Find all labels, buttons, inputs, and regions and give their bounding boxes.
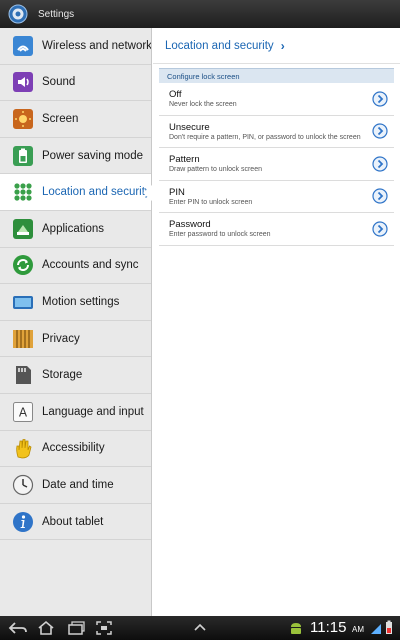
recent-apps-icon[interactable] <box>66 620 86 636</box>
option-password[interactable]: Password Enter password to unlock screen <box>159 213 394 246</box>
option-title: Pattern <box>169 154 200 165</box>
applications-icon <box>13 218 33 239</box>
sidebar-item-storage[interactable]: Storage <box>0 357 151 394</box>
sidebar-item-label: Accessibility <box>42 442 105 455</box>
arrow-circle-icon <box>372 91 388 107</box>
sidebar-item-label: About tablet <box>42 515 104 528</box>
battery-status-icon <box>386 620 392 634</box>
svg-text:A: A <box>19 405 28 419</box>
option-off[interactable]: Off Never lock the screen <box>159 83 394 116</box>
sidebar-item-privacy[interactable]: Privacy <box>0 321 151 358</box>
sidebar-item-label: Motion settings <box>42 295 120 308</box>
detail-panel: Location and security › Configure lock s… <box>153 28 400 616</box>
arrow-circle-icon <box>372 188 388 204</box>
language-icon: A <box>13 401 33 422</box>
sidebar-item-accessibility[interactable]: Accessibility <box>0 431 151 468</box>
sidebar-item-language-input[interactable]: A Language and input <box>0 394 151 431</box>
battery-icon <box>13 145 33 166</box>
option-subtitle: Enter PIN to unlock screen <box>169 198 253 206</box>
accessibility-icon <box>16 439 32 459</box>
clock-time: 11:15 <box>310 619 347 636</box>
privacy-icon <box>13 329 33 348</box>
sidebar-item-label: Power saving mode <box>42 149 143 162</box>
lock-screen-options: Off Never lock the screen Unsecure Don't… <box>159 83 394 246</box>
back-icon[interactable] <box>8 620 28 636</box>
storage-icon <box>16 366 31 385</box>
option-title: Password <box>169 219 211 230</box>
android-notification-icon <box>291 623 301 634</box>
settings-gear-icon <box>8 4 28 24</box>
option-subtitle: Draw pattern to unlock screen <box>169 166 262 173</box>
screen-icon <box>13 108 33 129</box>
breadcrumb-label: Location and security <box>165 39 274 52</box>
sidebar-item-label: Accounts and sync <box>42 259 139 272</box>
sidebar-item-date-time[interactable]: Date and time <box>0 467 151 504</box>
sync-icon <box>13 255 33 276</box>
title-bar: Settings <box>0 0 400 28</box>
arrow-circle-icon <box>372 221 388 237</box>
sidebar-item-power-saving[interactable]: Power saving mode <box>0 138 151 175</box>
motion-icon <box>13 295 33 309</box>
option-title: Unsecure <box>169 121 210 133</box>
chevron-up-icon[interactable] <box>190 620 210 636</box>
location-icon <box>14 183 32 201</box>
breadcrumb[interactable]: Location and security › <box>153 28 400 64</box>
sidebar-item-label: Applications <box>42 222 105 235</box>
info-icon <box>13 511 33 532</box>
sidebar-item-screen[interactable]: Screen <box>0 101 151 138</box>
app-title: Settings <box>38 8 75 20</box>
section-header: Configure lock screen <box>159 68 394 83</box>
sidebar-item-label: Storage <box>42 369 83 382</box>
sound-icon <box>13 72 33 93</box>
active-item-pointer <box>143 185 152 201</box>
option-pin[interactable]: PIN Enter PIN to unlock screen <box>159 181 394 213</box>
clock-icon <box>12 474 34 496</box>
option-unsecure[interactable]: Unsecure Don't require a pattern, PIN, o… <box>159 116 394 148</box>
arrow-circle-icon <box>372 156 388 172</box>
sidebar-item-accounts-sync[interactable]: Accounts and sync <box>0 248 151 285</box>
option-pattern[interactable]: Pattern Draw pattern to unlock screen <box>159 148 394 181</box>
home-icon[interactable] <box>36 620 56 636</box>
sidebar-item-label: Screen <box>42 112 79 125</box>
sidebar-item-location-security[interactable]: Location and security <box>0 174 151 211</box>
screenshot-icon[interactable] <box>94 620 114 636</box>
option-subtitle: Never lock the screen <box>169 101 237 108</box>
sidebar-item-label: Location and security <box>42 186 151 199</box>
sidebar-item-about-tablet[interactable]: About tablet <box>0 504 151 541</box>
arrow-circle-icon <box>372 123 388 139</box>
sidebar-item-label: Language and input <box>42 405 144 418</box>
sidebar-item-label: Sound <box>42 76 76 89</box>
sidebar-item-label: Date and time <box>42 478 114 491</box>
chevron-right-icon: › <box>280 38 285 53</box>
sidebar-item-applications[interactable]: Applications <box>0 211 151 248</box>
option-subtitle: Enter password to unlock screen <box>169 231 271 238</box>
system-bar: 11:15 AM <box>0 616 400 640</box>
sidebar-item-label: Wireless and networks <box>42 39 151 52</box>
sidebar-item-motion[interactable]: Motion settings <box>0 284 151 321</box>
option-title: Off <box>169 89 182 100</box>
sidebar-item-sound[interactable]: Sound <box>0 65 151 102</box>
sidebar-item-wireless[interactable]: Wireless and networks <box>0 28 151 65</box>
sidebar-item-label: Privacy <box>42 332 80 345</box>
option-subtitle: Don't require a pattern, PIN, or passwor… <box>169 133 361 141</box>
settings-sidebar: Wireless and networks Sound Screen Power… <box>0 28 152 616</box>
wifi-icon <box>13 35 33 56</box>
wifi-signal-icon <box>371 624 381 634</box>
clock-ampm: AM <box>352 625 364 634</box>
option-title: PIN <box>169 186 185 198</box>
